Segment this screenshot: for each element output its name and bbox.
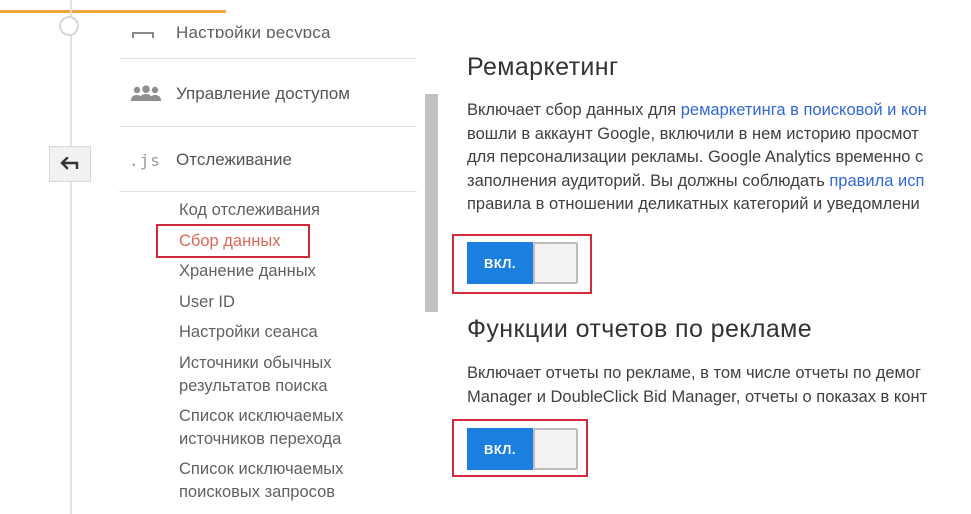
text-line: вошли в аккаунт Google, включили в нем и… [467, 124, 919, 143]
text-run: заполнения аудиторий. Вы должны соблюдат… [467, 171, 830, 190]
subnav-data-retention[interactable]: Хранение данных [179, 260, 419, 291]
top-accent-bar [0, 10, 226, 13]
toggle-knob [533, 428, 578, 470]
subnav-label: источников перехода [179, 429, 342, 448]
navigation-rail [70, 0, 72, 514]
subnav-session-settings[interactable]: Настройки сеанса [179, 321, 419, 352]
nav-divider [119, 126, 417, 127]
subnav-label: Список исключаемых [179, 406, 344, 425]
nav-item-label: Настройки ресурса [176, 23, 331, 39]
subnav-label: поисковых запросов [179, 482, 336, 501]
toggle-on-label: ВКЛ. [467, 242, 533, 284]
subnav-search-term-exclusion-list[interactable]: Список исключаемых поисковых запросов [179, 458, 419, 511]
js-icon: .js [129, 150, 161, 170]
rail-node-icon [59, 16, 79, 36]
subnav-label: Код отслеживания [179, 201, 320, 219]
subnav-label: Сбор данных [179, 231, 281, 250]
text-line: Включает отчеты по рекламе, в том числе … [467, 364, 922, 382]
remarketing-description: Включает сбор данных для ремаркетинга в … [467, 99, 971, 217]
subnav-label: User ID [179, 292, 235, 311]
nav-item-property-settings[interactable]: Настройки ресурса [128, 20, 408, 38]
subnav-label: результатов поиска [179, 376, 328, 395]
policy-link[interactable]: правила исп [829, 172, 924, 190]
text-line: Manager и DoubleClick Bid Manager, отчет… [467, 387, 928, 406]
nav-item-user-management[interactable]: Управление доступом [119, 74, 417, 114]
remarketing-link[interactable]: ремаркетинга в поисковой и кон [681, 101, 927, 119]
subnav-label: Настройки сеанса [179, 323, 318, 341]
subnav-organic-search-sources[interactable]: Источники обычных результатов поиска [179, 352, 419, 405]
analytics-admin-page: Настройки ресурса Управление доступом .j… [0, 0, 971, 514]
ad-reporting-toggle[interactable]: ВКЛ. [467, 428, 578, 470]
subnav-data-collection[interactable]: Сбор данных [179, 230, 419, 261]
text-line: для персонализации рекламы. Google Analy… [467, 148, 924, 166]
subnav-label: Список исключаемых [179, 459, 344, 478]
nav-divider [119, 58, 417, 59]
remarketing-toggle[interactable]: ВКЛ. [467, 242, 578, 284]
toggle-on-label: ВКЛ. [467, 428, 533, 470]
subnav-label: Источники обычных [179, 353, 332, 372]
subnav-tracking-code[interactable]: Код отслеживания [179, 199, 419, 230]
nav-item-label: Отслеживание [176, 150, 293, 169]
subnav-user-id[interactable]: User ID [179, 291, 419, 322]
back-button[interactable] [49, 146, 91, 182]
nav-item-label: Управление доступом [176, 84, 350, 103]
toggle-knob [533, 242, 578, 284]
scrollbar-thumb[interactable] [425, 94, 438, 312]
text-run: Включает сбор данных для [467, 101, 681, 119]
subnav-label: Хранение данных [179, 262, 316, 280]
ad-reporting-description: Включает отчеты по рекламе, в том числе … [467, 362, 971, 409]
settings-card-icon [132, 32, 154, 38]
back-arrow-icon [60, 157, 79, 170]
users-icon [119, 85, 175, 103]
text-line: правила в отношении деликатных категорий… [467, 195, 920, 213]
ad-reporting-title: Функции отчетов по рекламе [467, 315, 813, 343]
subnav-referral-exclusion-list[interactable]: Список исключаемых источников перехода [179, 405, 419, 458]
nav-divider [119, 191, 417, 192]
tracking-subnav: Код отслеживания Сбор данных Хранение да… [179, 199, 419, 511]
remarketing-title: Ремаркетинг [467, 53, 619, 81]
nav-item-tracking[interactable]: .js Отслеживание [119, 140, 417, 180]
